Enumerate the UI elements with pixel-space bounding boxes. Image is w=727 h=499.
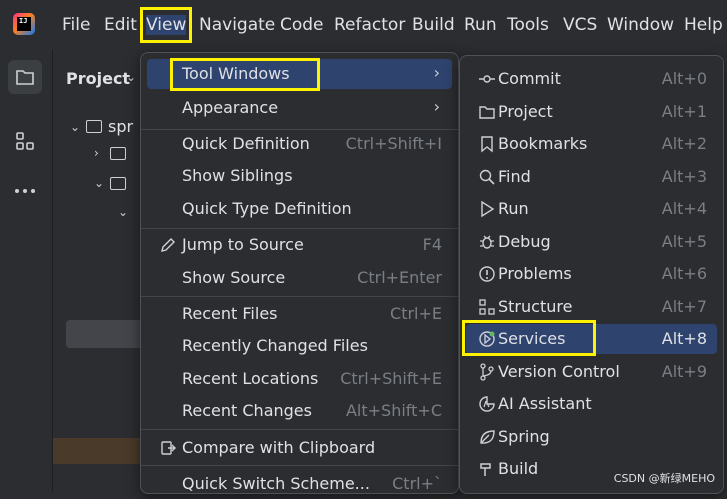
chevron-right-icon: › <box>433 63 440 82</box>
tree-row[interactable]: › <box>94 146 126 160</box>
menu-item-show-source[interactable]: Show Source Ctrl+Enter <box>147 263 452 293</box>
project-folder-icon[interactable] <box>8 60 42 94</box>
menubar: IJ File Edit View Navigate Code Refactor… <box>0 0 727 50</box>
warning-icon <box>479 266 495 282</box>
menu-vcs[interactable]: VCS <box>563 15 597 35</box>
tree-row[interactable]: ⌄ <box>118 205 128 219</box>
menu-file[interactable]: File <box>62 15 90 35</box>
menu-item-recent-changes[interactable]: Recent Changes Alt+Shift+C <box>147 396 452 426</box>
folder-icon <box>479 106 495 119</box>
menu-separator <box>141 429 458 430</box>
menu-separator <box>141 296 458 297</box>
hammer-icon <box>480 463 491 476</box>
menu-item-spring[interactable]: Spring <box>466 422 717 452</box>
watermark: CSDN @新绿MEHO <box>613 472 715 485</box>
structure-icon[interactable] <box>8 124 42 158</box>
folder-icon <box>110 146 126 160</box>
menu-item-quick-type-definition[interactable]: Quick Type Definition <box>147 194 452 224</box>
menu-run[interactable]: Run <box>464 15 497 35</box>
menu-item-quick-switch-scheme[interactable]: Quick Switch Scheme... Ctrl+` <box>147 469 452 499</box>
tool-windows-highlight-box <box>170 58 320 91</box>
panel-bottom-strip <box>53 438 143 464</box>
menu-help[interactable]: Help <box>684 15 723 35</box>
bug-icon <box>480 235 494 249</box>
chevron-right-icon[interactable]: › <box>94 146 104 160</box>
services-highlight-box <box>462 320 596 356</box>
bookmark-icon <box>481 136 493 153</box>
menu-separator <box>141 228 458 229</box>
project-panel-title: Project <box>66 69 131 88</box>
menu-item-recently-changed-files[interactable]: Recently Changed Files <box>147 331 452 361</box>
menu-separator <box>141 465 458 466</box>
view-highlight-box <box>140 7 192 43</box>
app-logo-icon: IJ <box>13 13 35 35</box>
tool-windows-menu: Commit Alt+0 Project Alt+1 Bookmarks Alt… <box>459 55 724 494</box>
clipboard-compare-icon <box>161 441 176 455</box>
menu-build[interactable]: Build <box>412 15 455 35</box>
ai-icon <box>479 396 495 412</box>
menu-item-project[interactable]: Project Alt+1 <box>466 97 717 127</box>
menu-item-appearance[interactable]: Appearance › <box>147 93 452 123</box>
menu-item-version-control[interactable]: Version Control Alt+9 <box>466 357 717 387</box>
menu-item-debug[interactable]: Debug Alt+5 <box>466 227 717 257</box>
menu-refactor[interactable]: Refactor <box>334 15 405 35</box>
menu-item-recent-files[interactable]: Recent Files Ctrl+E <box>147 299 452 329</box>
menu-item-recent-locations[interactable]: Recent Locations Ctrl+Shift+E <box>147 364 452 394</box>
chevron-down-icon[interactable]: ⌄ <box>70 120 80 134</box>
menu-item-jump-to-source[interactable]: Jump to Source F4 <box>147 230 452 260</box>
tree-label: spr <box>108 117 134 136</box>
menu-item-compare-with-clipboard[interactable]: Compare with Clipboard <box>147 433 452 463</box>
view-menu: Tool Windows › Appearance › Quick Defini… <box>140 52 459 494</box>
branch-icon <box>480 363 494 381</box>
structure-icon <box>479 299 495 315</box>
menu-item-show-siblings[interactable]: Show Siblings <box>147 161 452 191</box>
folder-icon <box>110 176 126 190</box>
menu-navigate[interactable]: Navigate <box>199 15 275 35</box>
chevron-down-icon[interactable]: ⌄ <box>118 205 128 219</box>
tree-row[interactable]: ⌄ spr <box>70 117 133 136</box>
menu-item-structure[interactable]: Structure Alt+7 <box>466 292 717 322</box>
chevron-down-icon[interactable]: ⌄ <box>126 70 136 84</box>
menu-code[interactable]: Code <box>280 15 324 35</box>
menu-item-run[interactable]: Run Alt+4 <box>466 194 717 224</box>
menu-item-ai-assistant[interactable]: AI Assistant <box>466 389 717 419</box>
tool-window-strip <box>0 50 53 492</box>
pencil-icon <box>161 238 175 252</box>
leaf-icon <box>480 430 495 444</box>
menu-item-find[interactable]: Find Alt+3 <box>466 162 717 192</box>
commit-icon <box>479 75 495 83</box>
menu-item-problems[interactable]: Problems Alt+6 <box>466 259 717 289</box>
more-icon[interactable] <box>8 174 42 208</box>
chevron-right-icon: › <box>433 97 440 116</box>
menu-edit[interactable]: Edit <box>104 15 137 35</box>
search-icon <box>479 169 495 185</box>
menu-item-commit[interactable]: Commit Alt+0 <box>466 64 717 94</box>
menu-item-quick-definition[interactable]: Quick Definition Ctrl+Shift+I <box>147 129 452 159</box>
chevron-down-icon[interactable]: ⌄ <box>94 176 104 190</box>
menu-item-bookmarks[interactable]: Bookmarks Alt+2 <box>466 129 717 159</box>
play-icon <box>481 200 495 218</box>
tree-row[interactable]: ⌄ <box>94 176 126 190</box>
menu-window[interactable]: Window <box>607 15 674 35</box>
menu-tools[interactable]: Tools <box>507 15 549 35</box>
folder-icon <box>86 120 102 133</box>
